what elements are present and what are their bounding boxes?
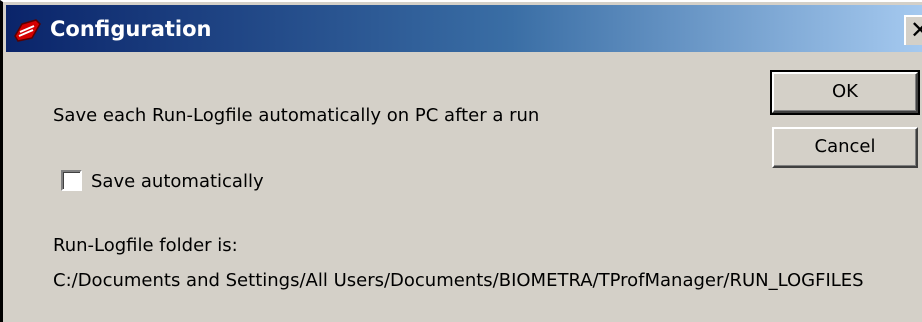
save-automatically-label[interactable]: Save automatically [91, 170, 264, 194]
title-bar[interactable]: Configuration ✕ [6, 5, 922, 52]
folder-label: Run-Logfile folder is: [53, 235, 238, 256]
close-icon: ✕ [910, 17, 922, 44]
window-title: Configuration [50, 17, 212, 41]
ok-button[interactable]: OK [770, 70, 920, 115]
save-automatically-checkbox[interactable] [61, 170, 82, 191]
description-text: Save each Run-Logfile automatically on P… [53, 105, 540, 126]
cancel-button[interactable]: Cancel [772, 127, 918, 168]
close-button[interactable]: ✕ [904, 15, 922, 45]
configuration-dialog: Configuration ✕ Save each Run-Logfile au… [0, 0, 922, 322]
app-logo-icon [12, 14, 42, 44]
folder-path: C:/Documents and Settings/All Users/Docu… [53, 270, 864, 291]
